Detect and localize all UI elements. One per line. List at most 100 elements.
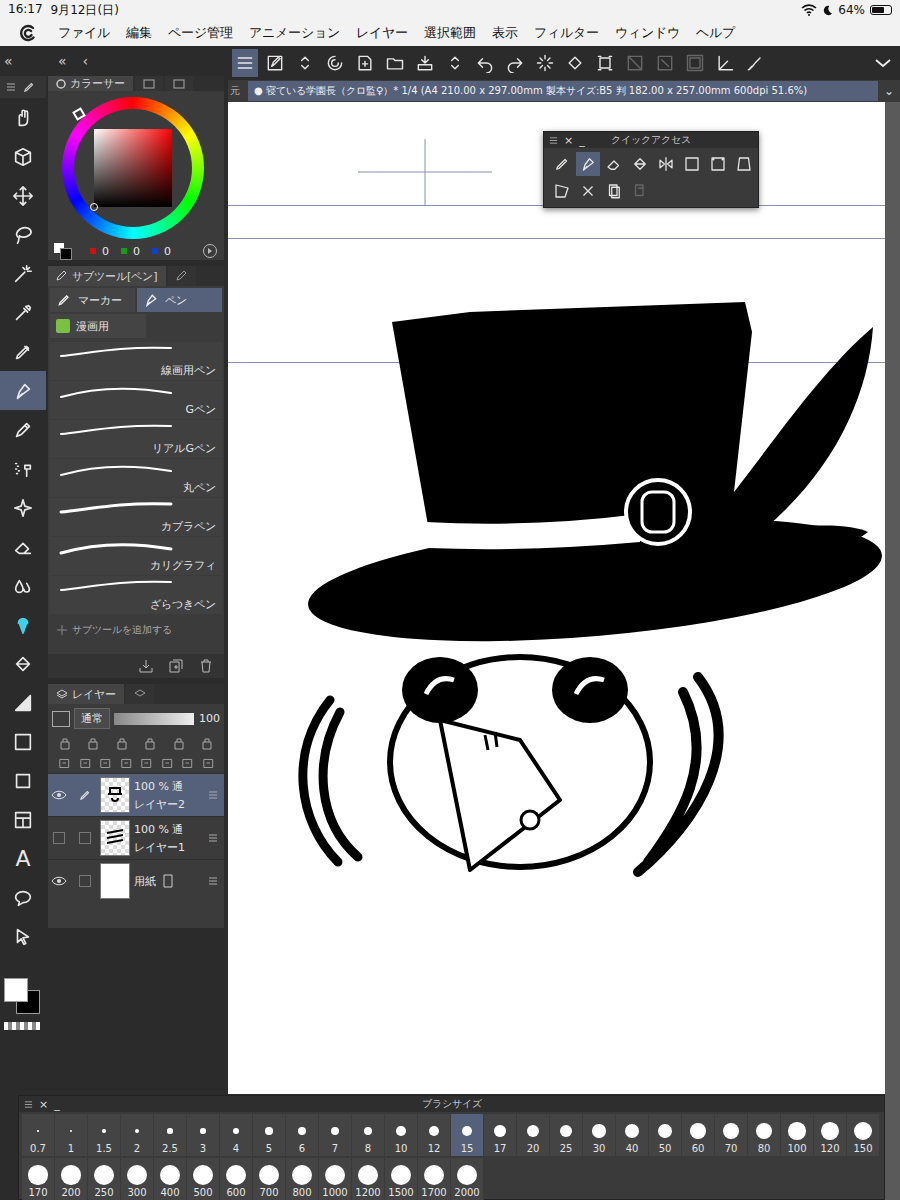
brush-size-item[interactable]: 40: [616, 1114, 649, 1156]
tool-button[interactable]: [0, 410, 46, 449]
brush-size-item[interactable]: 700: [253, 1158, 286, 1200]
menu-item[interactable]: アニメーション: [249, 24, 340, 42]
visibility-toggle[interactable]: [48, 832, 70, 844]
layer-option-icon[interactable]: [58, 736, 72, 750]
document-tab[interactable]: ● 寝ている学園長（クロ監♀）* 1/4 (A4 210.00 x 297.00…: [248, 81, 878, 101]
quick-access-item[interactable]: [576, 152, 600, 176]
layer-option-icon[interactable]: [172, 736, 186, 750]
brush-size-item[interactable]: 0.7: [22, 1114, 55, 1156]
layer-action-icon[interactable]: [161, 756, 174, 770]
menu-icon[interactable]: [549, 136, 558, 145]
layer-action-icon[interactable]: [181, 756, 194, 770]
layer-action-icon[interactable]: [79, 756, 92, 770]
tool-button[interactable]: [0, 566, 46, 605]
layer-option-icon[interactable]: [86, 736, 100, 750]
main-color-swatch[interactable]: [4, 978, 28, 1002]
layer-row[interactable]: 100 % 通レイヤー2: [48, 773, 224, 816]
brush-size-item[interactable]: 12: [418, 1114, 451, 1156]
subtool-item[interactable]: 線画用ペン: [50, 342, 222, 380]
menu-item[interactable]: 選択範囲: [424, 24, 476, 42]
drag-handle-icon[interactable]: [208, 790, 218, 800]
brush-size-item[interactable]: 80: [748, 1114, 781, 1156]
tool-button[interactable]: [0, 98, 46, 137]
subtool-item[interactable]: 丸ペン: [50, 459, 222, 497]
document-menu-button[interactable]: ⌄: [884, 84, 894, 98]
subtool-item[interactable]: リアルGペン: [50, 420, 222, 458]
brush-size-item[interactable]: 1200: [352, 1158, 385, 1200]
brush-size-item[interactable]: 4: [220, 1114, 253, 1156]
brush-size-item[interactable]: 2.5: [154, 1114, 187, 1156]
quick-access-item[interactable]: [550, 152, 574, 176]
minimize-button[interactable]: _: [579, 134, 585, 147]
brush-size-item[interactable]: 100: [781, 1114, 814, 1156]
quick-access-item[interactable]: [654, 152, 678, 176]
command-button[interactable]: [322, 49, 348, 77]
download-icon[interactable]: [138, 658, 154, 674]
trash-icon[interactable]: [198, 658, 214, 674]
tool-button[interactable]: [0, 137, 46, 176]
close-button[interactable]: ×: [564, 134, 573, 147]
command-button[interactable]: [292, 49, 318, 77]
quick-access-item[interactable]: [602, 179, 626, 203]
command-button[interactable]: [472, 49, 498, 77]
command-button[interactable]: [712, 49, 738, 77]
blend-mode-select[interactable]: 通常: [74, 708, 110, 729]
brush-size-item[interactable]: 250: [88, 1158, 121, 1200]
brush-size-item[interactable]: 3: [187, 1114, 220, 1156]
command-button[interactable]: [382, 49, 408, 77]
subtool-item[interactable]: ざらつきペン: [50, 576, 222, 614]
brush-size-item[interactable]: 7: [319, 1114, 352, 1156]
subtool-item[interactable]: カブラペン: [50, 498, 222, 536]
layer-action-icon[interactable]: [120, 756, 133, 770]
layer-row[interactable]: 100 % 通レイヤー1: [48, 816, 224, 859]
command-button[interactable]: [532, 49, 558, 77]
drag-handle-icon[interactable]: [208, 833, 218, 843]
switch-mode-icon[interactable]: [202, 243, 218, 259]
layer-option-icon[interactable]: [115, 736, 129, 750]
command-button[interactable]: [562, 49, 588, 77]
opacity-slider[interactable]: [114, 713, 194, 725]
menu-item[interactable]: フィルター: [534, 24, 599, 42]
brush-size-item[interactable]: 15: [451, 1114, 484, 1156]
tool-button[interactable]: A: [0, 839, 46, 878]
layer-tab[interactable]: レイヤー: [48, 684, 124, 704]
brush-size-item[interactable]: 20: [517, 1114, 550, 1156]
brush-size-item[interactable]: 200: [55, 1158, 88, 1200]
hue-marker[interactable]: [72, 107, 86, 121]
subtool-group[interactable]: ペン: [137, 288, 222, 312]
tool-button[interactable]: [0, 488, 46, 527]
opacity-value[interactable]: 100: [198, 712, 220, 725]
duplicate-icon[interactable]: [168, 658, 184, 674]
command-button[interactable]: [742, 49, 768, 77]
brush-size-item[interactable]: 500: [187, 1158, 220, 1200]
layer-option-icon[interactable]: [143, 736, 157, 750]
quick-access-item[interactable]: [628, 152, 652, 176]
visibility-toggle[interactable]: [48, 789, 70, 801]
tool-button[interactable]: [0, 449, 46, 488]
tool-button[interactable]: [0, 332, 46, 371]
layer-row[interactable]: 用紙: [48, 859, 224, 902]
tool-button[interactable]: [0, 176, 46, 215]
menu-item[interactable]: ウィンドウ: [615, 24, 680, 42]
transparent-color-swatch[interactable]: [4, 1022, 40, 1030]
color-wheel-tab[interactable]: カラーサー: [48, 76, 133, 91]
canvas-paper[interactable]: ×_クイックアクセス: [228, 102, 885, 1094]
menu-icon[interactable]: [6, 82, 16, 92]
brush-size-item[interactable]: 8: [352, 1114, 385, 1156]
quick-access-item[interactable]: [550, 179, 574, 203]
menu-item[interactable]: ページ管理: [168, 24, 233, 42]
brush-size-palette[interactable]: ×_ブラシサイズ0.711.522.5345678101215172025304…: [18, 1095, 885, 1200]
color-set-tab[interactable]: [135, 76, 163, 91]
brush-size-item[interactable]: 2000: [451, 1158, 484, 1200]
tool-button[interactable]: [0, 800, 46, 839]
command-button[interactable]: [442, 49, 468, 77]
drag-handle-icon[interactable]: [208, 876, 218, 886]
tool-button[interactable]: [0, 371, 46, 410]
brush-size-item[interactable]: 60: [682, 1114, 715, 1156]
color-history-tab[interactable]: [165, 76, 193, 91]
hue-ring[interactable]: [62, 97, 204, 239]
brush-size-item[interactable]: 25: [550, 1114, 583, 1156]
brush-size-item[interactable]: 5: [253, 1114, 286, 1156]
quick-access-item[interactable]: [706, 152, 730, 176]
quick-access-item[interactable]: [680, 152, 704, 176]
